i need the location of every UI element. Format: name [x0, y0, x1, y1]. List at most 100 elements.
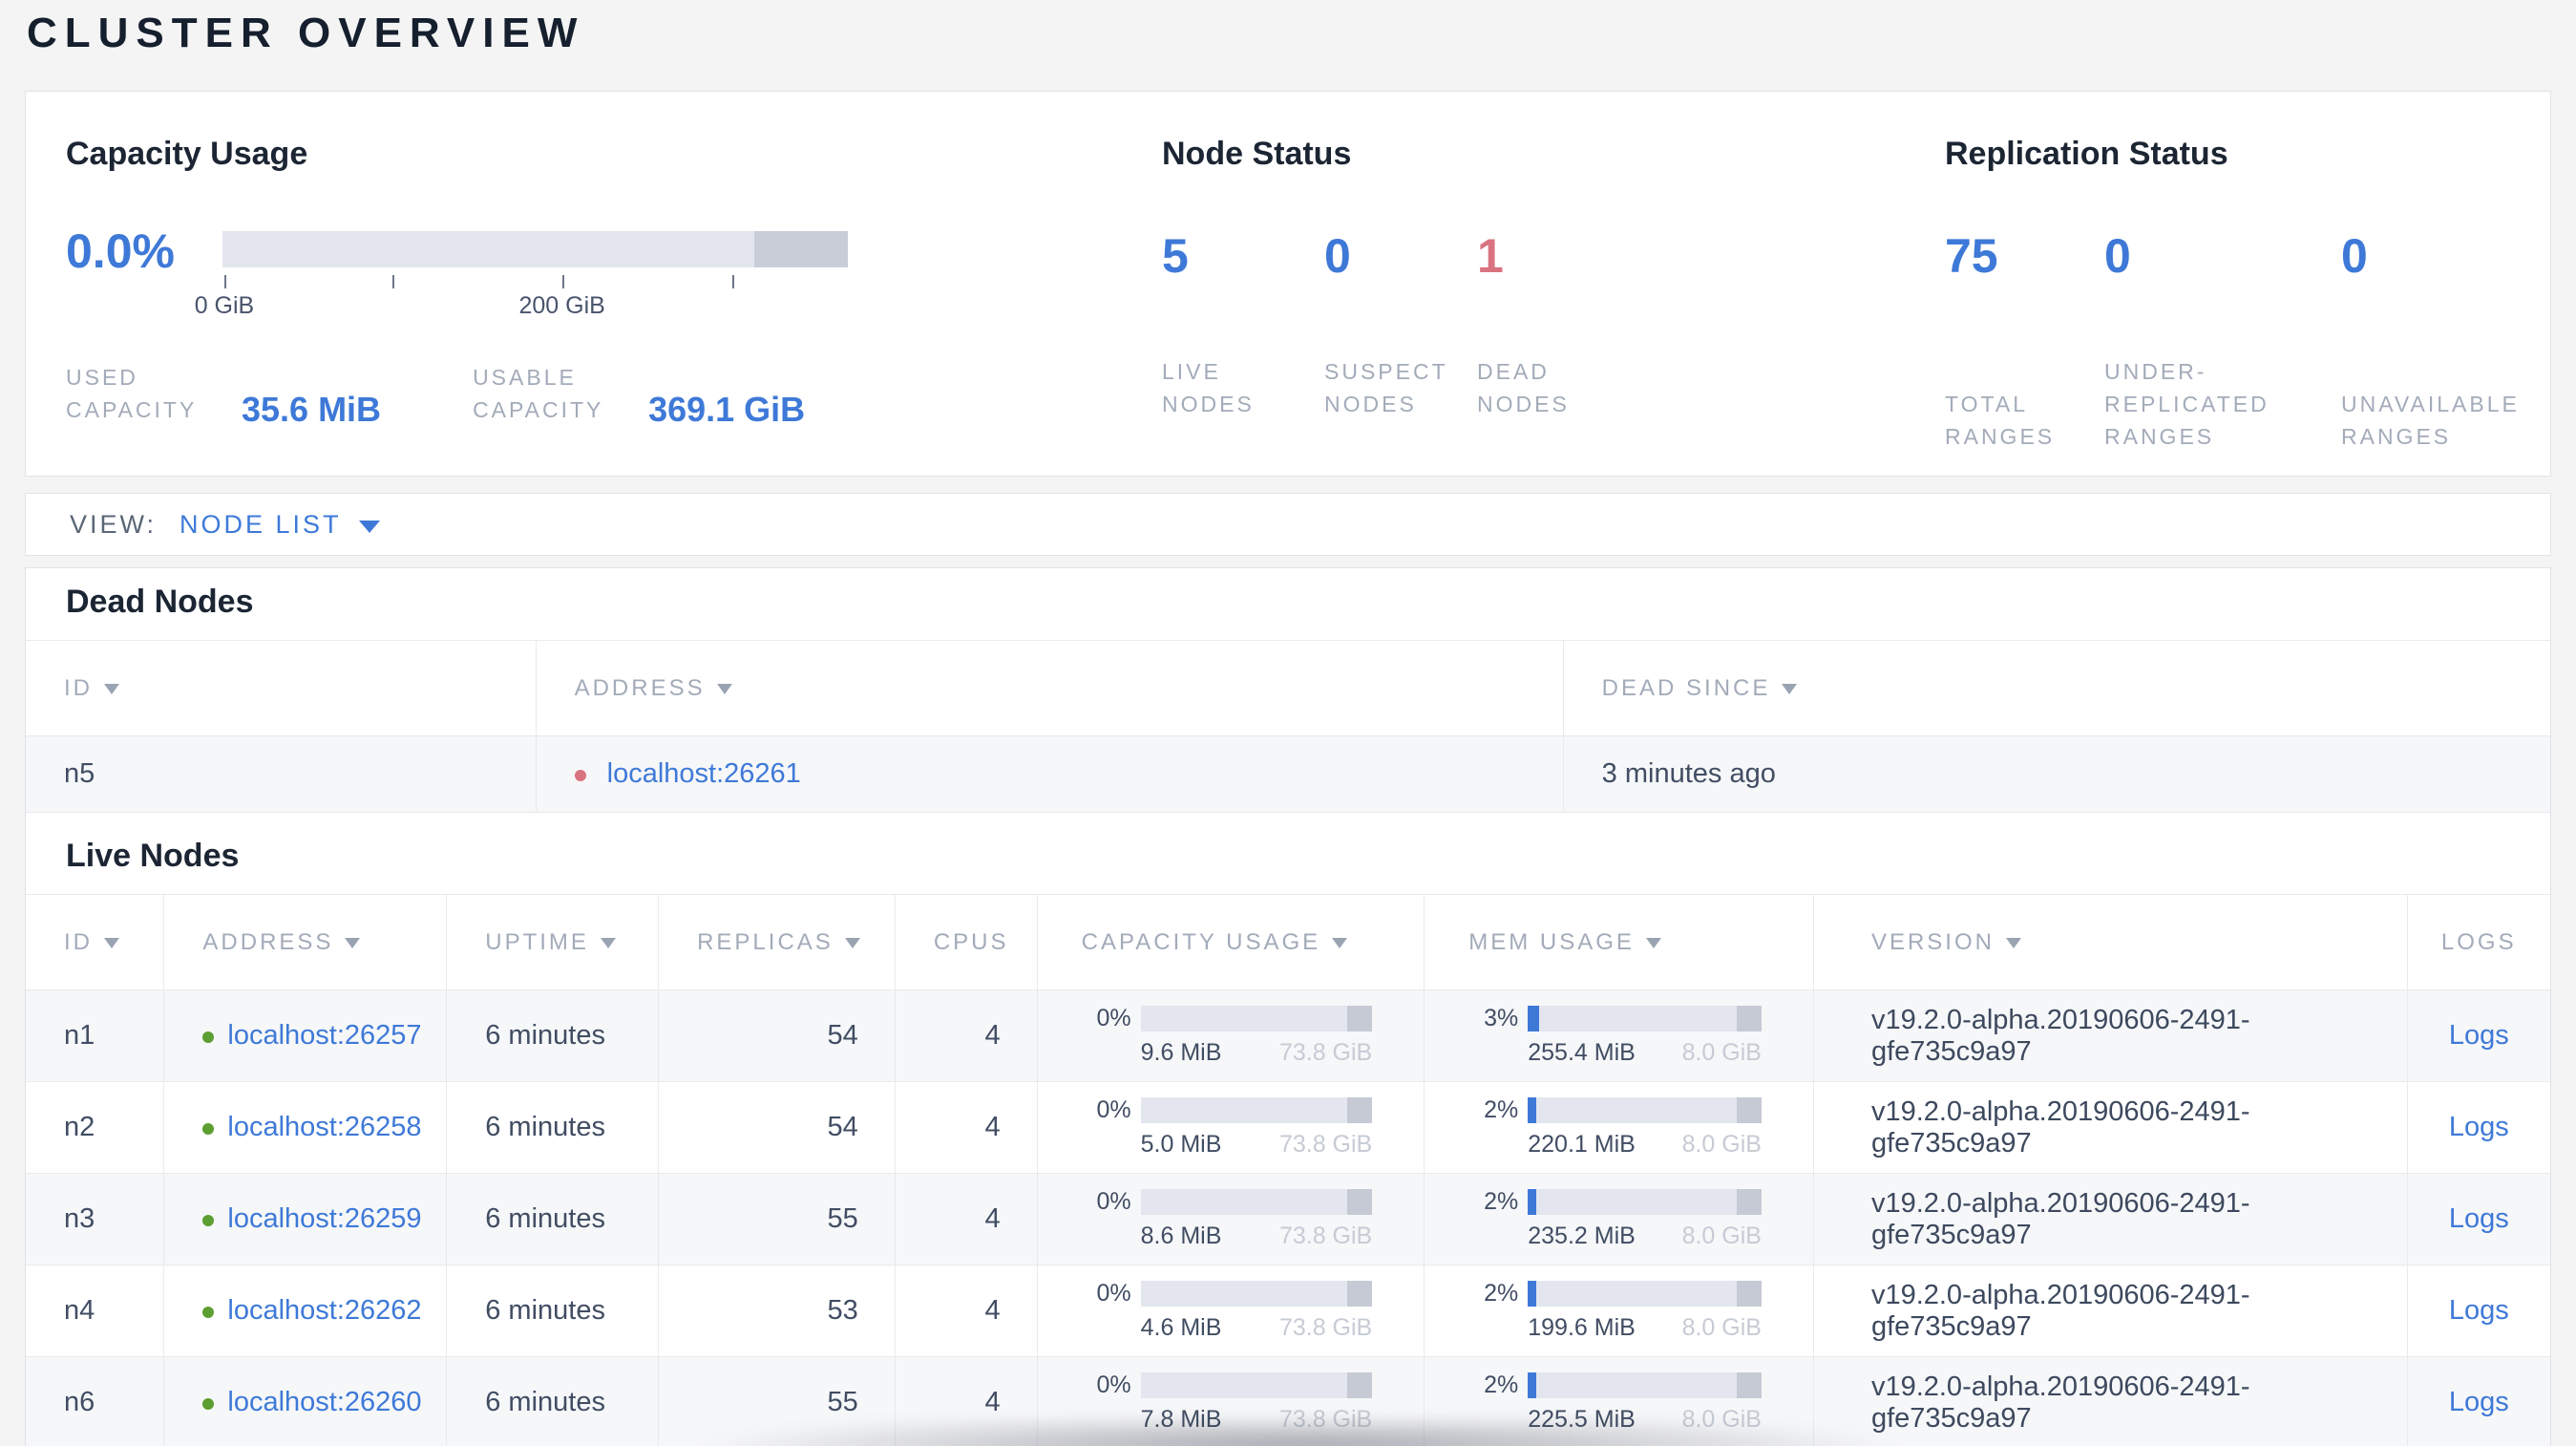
node-capacity-usage-cell: 0% 5.0 MiB 73.8 GiB [1036, 1081, 1425, 1174]
node-address-link[interactable]: localhost:26259 [227, 1203, 421, 1234]
mem-usage-bar [1528, 1372, 1762, 1398]
node-address-cell: localhost:26260 [163, 1356, 447, 1446]
live-col-header-cpus[interactable]: CPUS [894, 894, 1038, 990]
axis-tick [392, 275, 395, 288]
node-status-panel: Node Status 5 0 1 LIVE NODES SUSPECT NOD… [1162, 92, 1945, 476]
view-label: VIEW: [70, 509, 158, 539]
node-address-link[interactable]: localhost:26257 [227, 1020, 421, 1051]
capacity-usage-title: Capacity Usage [66, 136, 308, 172]
node-address-cell: localhost:26262 [163, 1265, 447, 1357]
node-uptime: 6 minutes [446, 1081, 659, 1174]
live-status-dot-icon [202, 1398, 215, 1410]
node-version: v19.2.0-alpha.20190606-2491-gfe735c9a97 [1812, 1081, 2408, 1174]
dead-col-header-id[interactable]: ID [26, 640, 537, 736]
node-mem-usage-cell: 2% 225.5 MiB 8.0 GiB [1424, 1356, 1814, 1446]
live-nodes-title: Live Nodes [66, 838, 240, 874]
node-id: n6 [26, 1356, 164, 1446]
node-address-link[interactable]: localhost:26262 [227, 1295, 421, 1326]
live-col-header-uptime[interactable]: UPTIME [446, 894, 659, 990]
node-replicas: 55 [658, 1173, 896, 1265]
view-selector-dropdown[interactable]: NODE LIST [179, 510, 380, 540]
live-col-header-version[interactable]: VERSION [1812, 894, 2408, 990]
total-ranges-label: TOTAL RANGES [1945, 392, 2056, 449]
node-capacity-usage-cell: 0% 9.6 MiB 73.8 GiB [1036, 989, 1425, 1082]
capacity-stats: USED CAPACITY 35.6 MiB USABLE CAPACITY 3… [66, 361, 1162, 429]
sort-desc-icon [844, 937, 860, 948]
live-node-row: n3 localhost:26259 6 minutes 55 4 0% 8.6… [26, 1173, 2550, 1265]
node-id: n4 [26, 1265, 164, 1357]
used-capacity-stat: USED CAPACITY 35.6 MiB [66, 361, 381, 429]
axis-tick-label: 200 GiB [518, 292, 605, 319]
sort-desc-icon [345, 937, 361, 948]
node-mem-usage-cell: 2% 199.6 MiB 8.0 GiB [1424, 1265, 1814, 1357]
node-logs-cell: Logs [2406, 1265, 2550, 1357]
node-logs-cell: Logs [2406, 1356, 2550, 1446]
axis-tick [731, 275, 734, 288]
live-nodes-count: 5 [1162, 229, 1189, 283]
capacity-gauge-reserved-segment [753, 231, 848, 267]
node-uptime: 6 minutes [446, 1265, 659, 1357]
dead-col-header-address[interactable]: ADDRESS [535, 640, 1564, 736]
capacity-usage-bar [1140, 1372, 1373, 1398]
node-address-link[interactable]: localhost:26258 [227, 1112, 421, 1142]
node-capacity-usage-cell: 0% 8.6 MiB 73.8 GiB [1036, 1173, 1425, 1265]
mem-usage-bar [1528, 1097, 1762, 1123]
sort-desc-icon [1782, 683, 1798, 694]
sort-desc-icon [1645, 937, 1661, 948]
capacity-usage-bar [1140, 1189, 1373, 1215]
node-version: v19.2.0-alpha.20190606-2491-gfe735c9a97 [1812, 989, 2408, 1082]
live-col-header-id[interactable]: ID [26, 894, 164, 990]
cluster-overview-page: CLUSTER OVERVIEW Capacity Usage 0.0% 0 G… [0, 0, 2576, 1446]
unavailable-ranges-count: 0 [2341, 229, 2368, 283]
replication-status-title: Replication Status [1945, 136, 2228, 172]
unavailable-ranges-label: UNAVAILABLE RANGES [2341, 392, 2520, 449]
usable-capacity-stat: USABLE CAPACITY 369.1 GiB [473, 361, 805, 429]
suspect-nodes-count: 0 [1324, 229, 1351, 283]
node-version: v19.2.0-alpha.20190606-2491-gfe735c9a97 [1812, 1356, 2408, 1446]
capacity-usage-bar [1140, 1097, 1373, 1123]
logs-link[interactable]: Logs [2449, 1387, 2509, 1417]
live-col-header-address[interactable]: ADDRESS [163, 894, 447, 990]
node-replicas: 54 [658, 1081, 896, 1174]
logs-link[interactable]: Logs [2449, 1203, 2509, 1234]
replication-status-panel: Replication Status 75 0 0 TOTAL RANGES U… [1945, 92, 2550, 476]
logs-link[interactable]: Logs [2449, 1112, 2509, 1142]
live-status-dot-icon [202, 1123, 215, 1135]
dead-nodes-table: ID ADDRESS DEAD SINCE n5 localhost:26261… [26, 640, 2550, 813]
replication-stats: 75 0 0 TOTAL RANGES UNDER-REPLICATED RAN… [1945, 227, 2550, 453]
live-col-header-replicas[interactable]: REPLICAS [658, 894, 896, 990]
live-node-row: n2 localhost:26258 6 minutes 54 4 0% 5.0… [26, 1081, 2550, 1174]
dead-nodes-count: 1 [1477, 229, 1504, 283]
dead-col-header-dead-since[interactable]: DEAD SINCE [1562, 640, 2550, 736]
axis-tick-label: 0 GiB [194, 292, 255, 319]
dead-status-dot-icon [574, 770, 586, 781]
node-mem-usage-cell: 2% 220.1 MiB 8.0 GiB [1424, 1081, 1814, 1174]
node-address-link[interactable]: localhost:26260 [227, 1387, 421, 1417]
node-logs-cell: Logs [2406, 989, 2550, 1082]
node-id: n2 [26, 1081, 164, 1174]
node-capacity-usage-cell: 0% 4.6 MiB 73.8 GiB [1036, 1265, 1425, 1357]
logs-link[interactable]: Logs [2449, 1295, 2509, 1326]
dead-node-address-link[interactable]: localhost:26261 [607, 758, 801, 789]
node-cpus: 4 [894, 1173, 1038, 1265]
live-col-header-mem-usage[interactable]: MEM USAGE [1424, 894, 1814, 990]
axis-tick [561, 275, 564, 288]
page-title: CLUSTER OVERVIEW [27, 10, 585, 56]
dead-node-address-cell: localhost:26261 [535, 735, 1564, 813]
under-replicated-ranges-count: 0 [2104, 229, 2131, 283]
logs-link[interactable]: Logs [2449, 1020, 2509, 1051]
capacity-usage-bar [1140, 1006, 1373, 1031]
nodes-tables-card: Dead Nodes ID ADDRESS DEAD SINCE n5 loca… [25, 567, 2551, 1446]
node-uptime: 6 minutes [446, 1173, 659, 1265]
node-cpus: 4 [894, 1265, 1038, 1357]
under-replicated-ranges-label: UNDER-REPLICATED RANGES [2104, 359, 2270, 449]
dead-nodes-header-row: ID ADDRESS DEAD SINCE [26, 640, 2550, 736]
view-bar: VIEW: NODE LIST [25, 493, 2551, 556]
live-col-header-capacity-usage[interactable]: CAPACITY USAGE [1036, 894, 1425, 990]
node-uptime: 6 minutes [446, 1356, 659, 1446]
node-status-stats: 5 0 1 LIVE NODES SUSPECT NODES DEAD NODE… [1162, 227, 1945, 420]
node-id: n1 [26, 989, 164, 1082]
node-cpus: 4 [894, 1081, 1038, 1174]
dead-node-dead-since: 3 minutes ago [1562, 735, 2550, 813]
live-nodes-label: LIVE NODES [1162, 359, 1255, 416]
